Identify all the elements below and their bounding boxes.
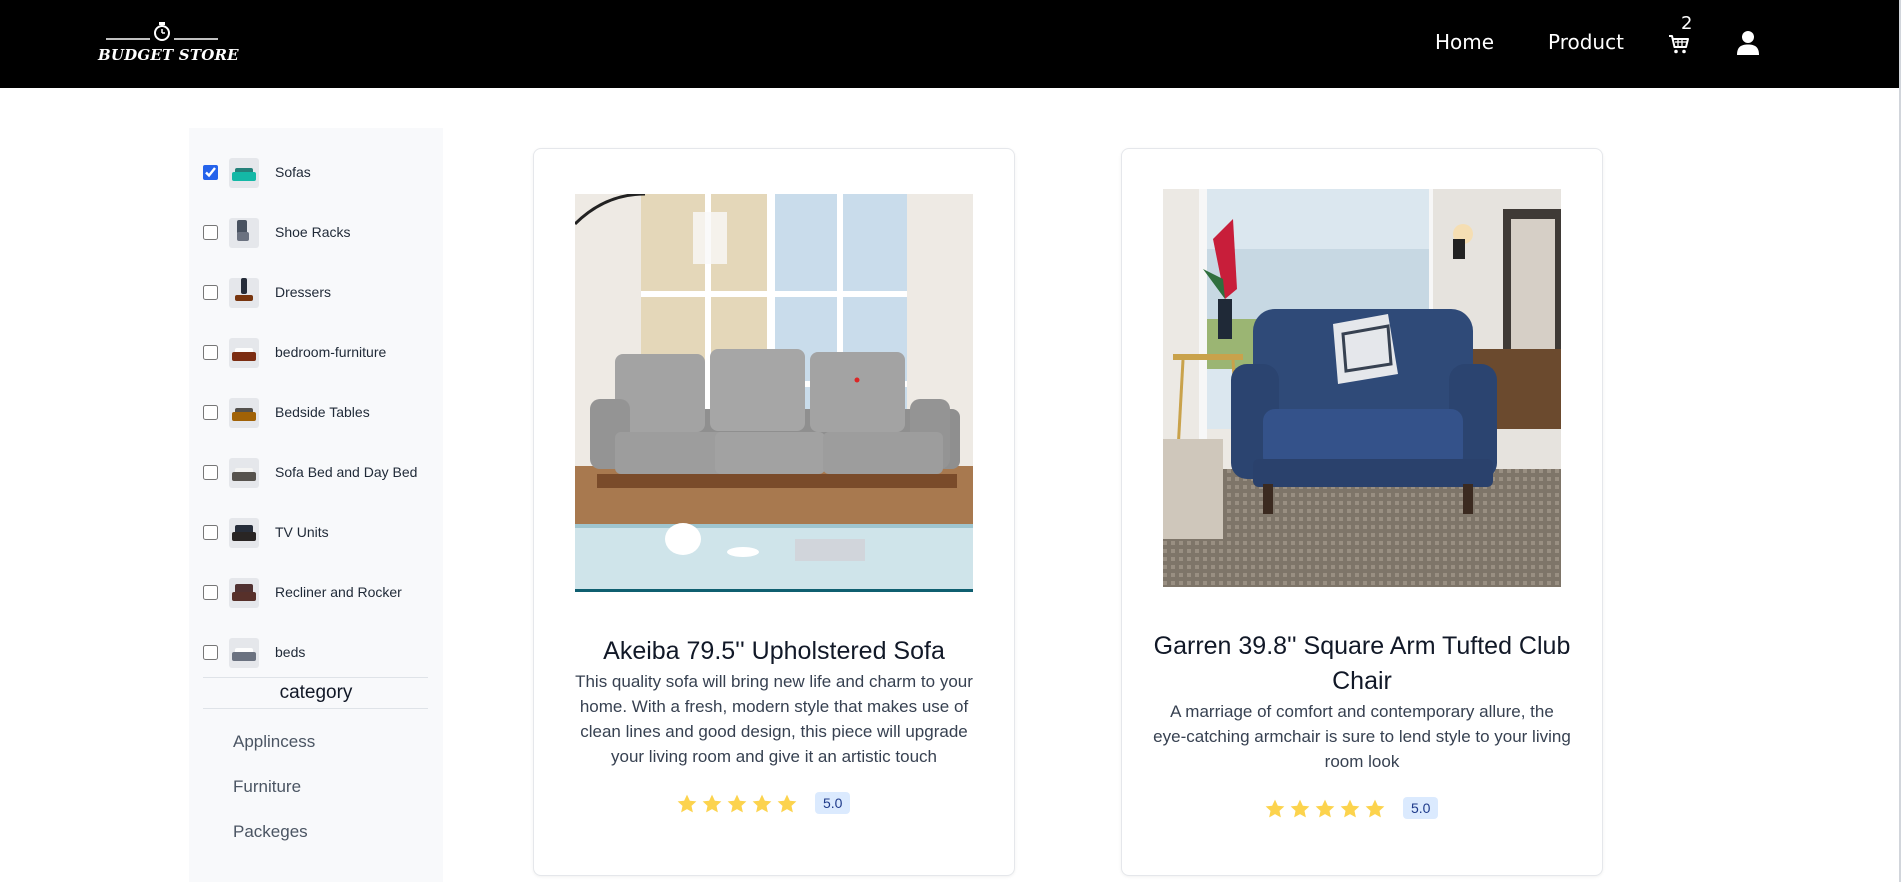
star-icon: [1290, 799, 1310, 818]
star-icon: [702, 794, 722, 813]
top-navbar: BUDGET STORE Home Product 2: [0, 0, 1899, 88]
shopping-cart-icon[interactable]: [1667, 32, 1691, 56]
filter-label[interactable]: Shoe Racks: [275, 224, 350, 240]
filter-checkbox-tv-units[interactable]: [203, 525, 218, 540]
sofa-bed-thumbnail: [229, 458, 259, 488]
filter-label[interactable]: Sofa Bed and Day Bed: [275, 464, 417, 480]
product-rating: 5.0: [534, 792, 1014, 820]
product-title[interactable]: Garren 39.8'' Square Arm Tufted Club Cha…: [1152, 629, 1572, 699]
recliner-thumbnail: [229, 578, 259, 608]
category-link-applincess[interactable]: Applincess: [233, 732, 315, 752]
star-icon: [1315, 799, 1335, 818]
category-heading: category: [279, 682, 353, 703]
sofa-thumbnail: [229, 158, 259, 188]
star-icon: [677, 794, 697, 813]
bedroom-furniture-thumbnail: [229, 338, 259, 368]
filter-label[interactable]: bedroom-furniture: [275, 344, 386, 360]
star-icon: [1340, 799, 1360, 818]
filter-label[interactable]: Sofas: [275, 164, 311, 180]
star-icon: [777, 794, 797, 813]
star-icon: [1265, 799, 1285, 818]
tv-unit-thumbnail: [229, 518, 259, 548]
product-rating: 5.0: [1122, 797, 1602, 825]
filter-checkbox-bedside-tables[interactable]: [203, 405, 218, 420]
product-card[interactable]: Garren 39.8'' Square Arm Tufted Club Cha…: [1121, 148, 1603, 876]
star-rating: [1264, 798, 1389, 822]
product-description: This quality sofa will bring new life an…: [575, 672, 973, 766]
nav-product-link[interactable]: Product: [1548, 30, 1624, 54]
cart-count-badge: 2: [1681, 13, 1693, 34]
filter-label[interactable]: Dressers: [275, 284, 331, 300]
divider: [203, 677, 428, 678]
filter-item-dressers[interactable]: Dressers: [203, 278, 438, 308]
product-image-sofa[interactable]: [575, 194, 973, 592]
brand-logo[interactable]: BUDGET STORE: [98, 20, 239, 68]
filter-item-shoe-racks[interactable]: Shoe Racks: [203, 218, 438, 248]
nav-home-link[interactable]: Home: [1435, 30, 1494, 54]
filter-item-recliner-and-rocker[interactable]: Recliner and Rocker: [203, 578, 438, 608]
filter-label[interactable]: Recliner and Rocker: [275, 584, 402, 600]
filter-checkbox-dressers[interactable]: [203, 285, 218, 300]
star-rating: [676, 793, 801, 817]
star-icon: [1365, 799, 1385, 818]
star-icon: [752, 794, 772, 813]
filter-checkbox-bedroom-furniture[interactable]: [203, 345, 218, 360]
bedside-table-thumbnail: [229, 398, 259, 428]
product-description: A marriage of comfort and contemporary a…: [1153, 702, 1571, 771]
star-icon: [727, 794, 747, 813]
filter-checkbox-recliner[interactable]: [203, 585, 218, 600]
filter-checkbox-beds[interactable]: [203, 645, 218, 660]
filter-item-beds[interactable]: beds: [203, 638, 438, 668]
category-link-packeges[interactable]: Packeges: [233, 822, 308, 842]
bed-thumbnail: [229, 638, 259, 668]
rating-score-badge: 5.0: [1403, 797, 1439, 819]
filter-item-bedroom-furniture[interactable]: bedroom-furniture: [203, 338, 438, 368]
product-title[interactable]: Akeiba 79.5'' Upholstered Sofa: [564, 634, 984, 669]
product-card[interactable]: Akeiba 79.5'' Upholstered Sofa This qual…: [533, 148, 1015, 876]
filter-sidebar: Sofas Shoe Racks Dressers bedroom-furnit…: [189, 128, 443, 882]
product-image-club-chair[interactable]: [1163, 189, 1561, 587]
divider: [203, 708, 428, 709]
stopwatch-logo-icon: [106, 22, 218, 41]
filter-item-sofas[interactable]: Sofas: [203, 158, 438, 188]
filter-item-sofa-bed-and-day-bed[interactable]: Sofa Bed and Day Bed: [203, 458, 438, 488]
filter-label[interactable]: beds: [275, 644, 305, 660]
user-icon[interactable]: [1736, 30, 1760, 56]
filter-item-tv-units[interactable]: TV Units: [203, 518, 438, 548]
filter-checkbox-sofas[interactable]: [203, 165, 218, 180]
filter-item-bedside-tables[interactable]: Bedside Tables: [203, 398, 438, 428]
shoe-rack-thumbnail: [229, 218, 259, 248]
brand-name: BUDGET STORE: [98, 46, 239, 64]
filter-label[interactable]: TV Units: [275, 524, 329, 540]
category-link-furniture[interactable]: Furniture: [233, 777, 301, 797]
filter-checkbox-shoe-racks[interactable]: [203, 225, 218, 240]
dresser-thumbnail: [229, 278, 259, 308]
filter-checkbox-sofa-bed[interactable]: [203, 465, 218, 480]
rating-score-badge: 5.0: [815, 792, 851, 814]
filter-label[interactable]: Bedside Tables: [275, 404, 370, 420]
